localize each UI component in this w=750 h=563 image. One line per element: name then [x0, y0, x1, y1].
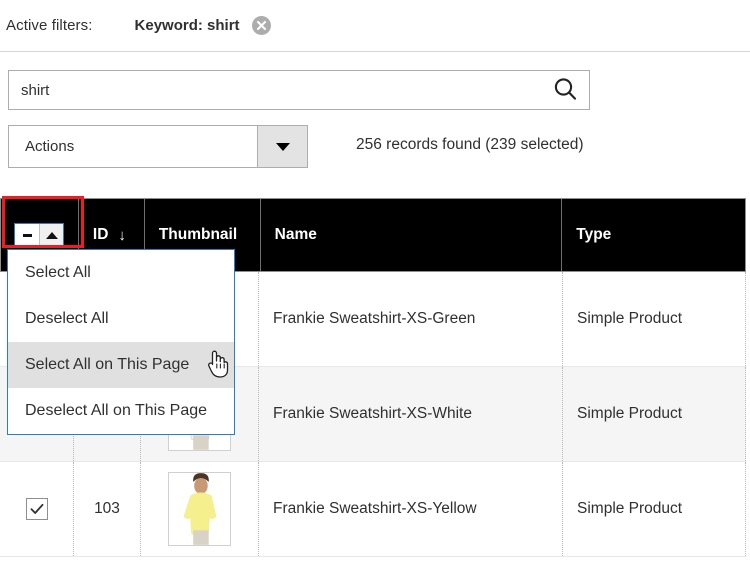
records-found-text: 256 records found (239 selected): [356, 136, 584, 153]
caret-up-shape: [45, 231, 58, 239]
menu-item-select-all[interactable]: Select All: [8, 250, 234, 296]
row-name-cell: Frankie Sweatshirt-XS-White: [259, 367, 563, 461]
filter-chip-label: Keyword: shirt: [134, 17, 240, 34]
actions-dropdown-label: Actions: [25, 138, 75, 155]
close-circle-icon[interactable]: [251, 16, 271, 35]
master-checkbox-control[interactable]: [14, 223, 65, 247]
product-grid-page: Active filters: Keyword: shirt Actions: [0, 0, 750, 563]
menu-item-deselect-all-on-this-page[interactable]: Deselect All on This Page: [8, 388, 234, 434]
column-header-type[interactable]: Type: [562, 199, 745, 271]
menu-item-label: Select All on This Page: [25, 356, 190, 373]
row-thumbnail-cell: [141, 462, 259, 556]
menu-item-label: Deselect All: [25, 310, 109, 327]
master-checkbox-indeterminate[interactable]: [15, 224, 40, 246]
row-type-cell: Simple Product: [563, 272, 746, 366]
search-box[interactable]: [8, 70, 590, 110]
filter-chip-keyword: Keyword: shirt: [135, 16, 271, 35]
column-header-id-label: ID: [92, 226, 109, 243]
chevron-up-icon[interactable]: [39, 224, 64, 246]
column-header-name-label: Name: [274, 226, 317, 243]
table-row[interactable]: 103 Frankie Sweatshirt-XS-Yellow Simple …: [0, 462, 746, 557]
actions-row: Actions 256 records found (239 selected): [0, 125, 750, 170]
search-input[interactable]: [9, 71, 541, 109]
row-id-cell: 103: [74, 462, 141, 556]
column-header-type-label: Type: [576, 226, 612, 243]
pointer-hand-cursor-icon: [204, 348, 230, 378]
menu-item-select-all-on-this-page[interactable]: Select All on This Page: [8, 342, 234, 388]
column-header-name[interactable]: Name: [261, 199, 563, 271]
search-icon: [551, 75, 579, 106]
menu-item-label: Deselect All on This Page: [25, 402, 208, 419]
yellow-sweatshirt-thumbnail: [168, 472, 231, 546]
column-header-thumbnail-label: Thumbnail: [158, 226, 238, 243]
row-name-cell: Frankie Sweatshirt-XS-Yellow: [259, 462, 563, 556]
row-type-cell: Simple Product: [563, 367, 746, 461]
menu-item-label: Select All: [25, 264, 91, 281]
actions-dropdown[interactable]: Actions: [8, 125, 308, 168]
row-select-cell[interactable]: [0, 462, 74, 556]
sort-descending-icon: ↓: [118, 226, 126, 244]
caret-down-shape: [275, 142, 290, 151]
row-checkbox-checked[interactable]: [25, 498, 48, 520]
menu-item-deselect-all[interactable]: Deselect All: [8, 296, 234, 342]
row-type-cell: Simple Product: [563, 462, 746, 556]
search-button[interactable]: [541, 71, 589, 109]
select-all-dropdown-menu: Select All Deselect All Select All on Th…: [7, 249, 235, 435]
active-filters-label: Active filters:: [6, 17, 93, 34]
checkmark-icon: [30, 503, 43, 514]
chevron-down-icon[interactable]: [257, 126, 307, 167]
active-filters-bar: Active filters: Keyword: shirt: [0, 0, 750, 52]
row-name-cell: Frankie Sweatshirt-XS-Green: [259, 272, 563, 366]
dash-icon: [22, 233, 32, 237]
